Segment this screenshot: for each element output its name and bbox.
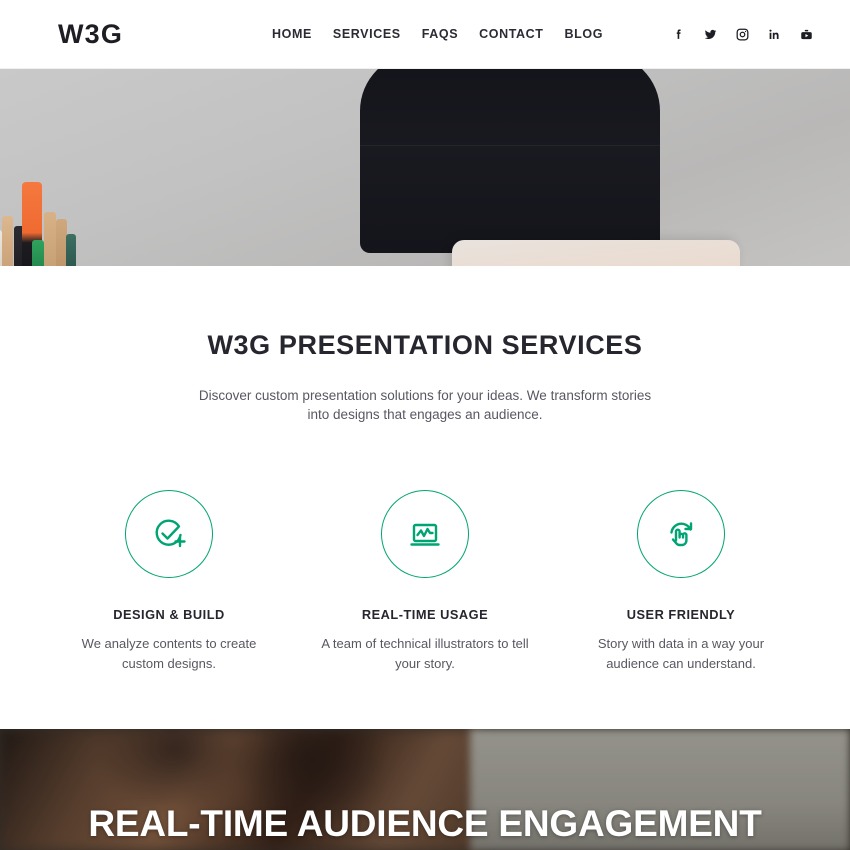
hero-chair [360,69,660,253]
twitter-icon[interactable] [703,27,718,42]
nav-item-faqs[interactable]: FAQS [422,27,458,41]
feature-list: DESIGN & BUILD We analyze contents to cr… [0,490,850,673]
site-logo[interactable]: W3G [58,19,123,50]
pencil [66,234,76,266]
hero-laptop [452,240,740,266]
hero-banner-image [0,69,850,266]
feature-text: Story with data in a way your audience c… [597,636,765,671]
hand-refresh-icon [661,514,701,554]
nav-item-services[interactable]: SERVICES [333,27,401,41]
banner-title: REAL-TIME AUDIENCE ENGAGEMENT [88,803,762,844]
feature-card-real-time-usage[interactable]: REAL-TIME USAGE A team of technical illu… [297,490,553,673]
services-section: W3G PRESENTATION SERVICES Discover custo… [0,266,850,729]
feature-card-design-build[interactable]: DESIGN & BUILD We analyze contents to cr… [41,490,297,673]
feature-title: DESIGN & BUILD [113,607,225,623]
nav-item-blog[interactable]: BLOG [565,27,604,41]
hero-pencil-cup [0,164,78,266]
check-circle-plus-icon [149,514,189,554]
feature-title: USER FRIENDLY [626,607,736,623]
instagram-icon[interactable] [735,27,750,42]
page-subtitle: Discover custom presentation solutions f… [198,388,652,422]
feature-card-user-friendly[interactable]: USER FRIENDLY Story with data in a way y… [553,490,809,673]
main-navigation: HOME SERVICES FAQS CONTACT BLOG [272,27,603,41]
linkedin-icon[interactable] [767,27,782,42]
pencil [32,240,44,266]
facebook-icon[interactable] [671,27,686,42]
feature-icon-wrapper [637,490,725,579]
engagement-banner: REAL-TIME AUDIENCE ENGAGEMENT [0,729,850,850]
feature-text: We analyze contents to create custom des… [81,636,257,671]
page-title: W3G PRESENTATION SERVICES [207,330,643,360]
nav-item-home[interactable]: HOME [272,27,312,41]
pencil [2,216,13,266]
site-header: W3G HOME SERVICES FAQS CONTACT BLOG [0,0,850,69]
laptop-chart-icon [405,514,445,554]
social-links [671,27,814,42]
pencil [44,212,56,266]
feature-text: A team of technical illustrators to tell… [321,636,529,671]
feature-title: REAL-TIME USAGE [361,607,489,623]
feature-icon-wrapper [381,490,469,579]
nav-item-contact[interactable]: CONTACT [479,27,543,41]
feature-icon-wrapper [125,490,213,579]
youtube-icon[interactable] [799,27,814,42]
